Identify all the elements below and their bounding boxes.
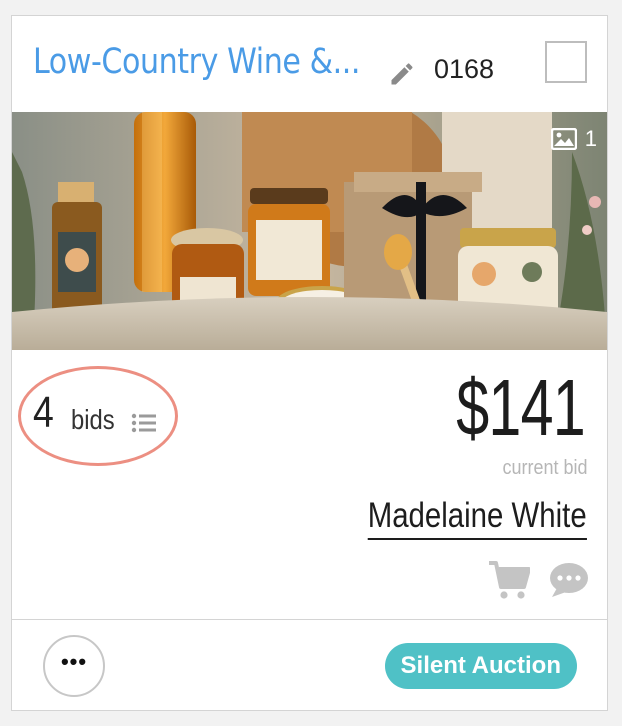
high-bidder-link[interactable]: Madelaine White (368, 496, 587, 540)
item-photo[interactable]: 1 (12, 112, 607, 350)
current-bid-amount: $141 (456, 363, 585, 452)
photo-count: 1 (550, 126, 597, 152)
auction-item-card: Low-Country Wine &... 0168 1 4 bids $141… (11, 15, 608, 711)
cart-icon[interactable] (488, 560, 530, 600)
item-number: 0168 (434, 54, 495, 84)
bids-summary[interactable]: 4 bids (18, 366, 178, 466)
more-options-button[interactable]: ••• (43, 635, 105, 697)
auction-type-badge: Silent Auction (384, 643, 577, 689)
select-checkbox[interactable] (545, 41, 587, 83)
current-bid-caption: current bid (501, 457, 587, 479)
list-icon[interactable] (131, 412, 157, 434)
image-icon (550, 128, 577, 150)
bid-count: 4 (33, 388, 54, 437)
card-divider (12, 619, 607, 620)
pencil-icon[interactable] (388, 60, 416, 88)
gift-basket-image (12, 112, 607, 350)
more-options-label: ••• (60, 649, 88, 674)
card-header: Low-Country Wine &... 0168 (12, 16, 607, 112)
photo-count-value: 1 (584, 126, 597, 151)
item-title[interactable]: Low-Country Wine &... (33, 42, 360, 82)
bid-label: bids (71, 404, 115, 435)
chat-icon[interactable] (549, 562, 589, 598)
